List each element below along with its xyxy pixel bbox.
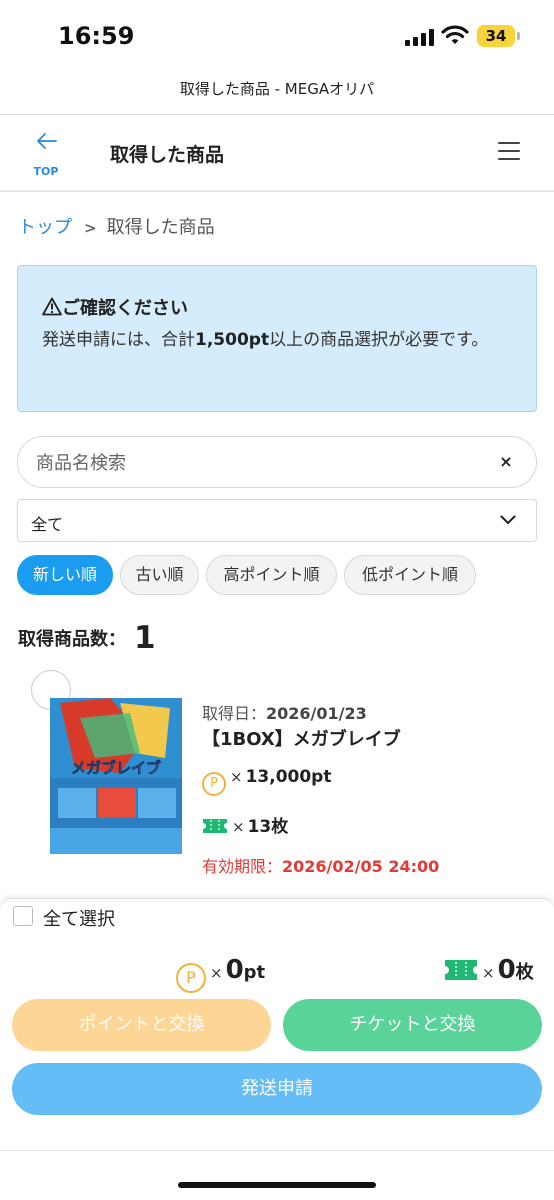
- battery-indicator: 34: [477, 25, 520, 47]
- browser-page-title: 取得した商品 - MEGAオリパ: [179, 80, 375, 98]
- search-input[interactable]: [36, 447, 476, 479]
- selected-points-unit: pt: [243, 962, 266, 983]
- times-sign: ×: [232, 818, 245, 836]
- item-date-value: 2026/01/23: [266, 704, 367, 723]
- hamburger-menu-icon[interactable]: [498, 141, 520, 161]
- exchange-points-button[interactable]: ポイントと交換: [12, 999, 271, 1051]
- divider: [0, 190, 554, 192]
- breadcrumb: トップ > 取得した商品: [18, 213, 215, 239]
- status-bar: 16:59 34: [0, 0, 554, 72]
- selected-tickets-total: × 0枚: [444, 955, 534, 985]
- sort-tab-low-points[interactable]: 低ポイント順: [344, 555, 476, 595]
- item-tickets-value: 13枚: [247, 817, 289, 837]
- item-date: 取得日：2026/01/23: [202, 700, 367, 724]
- category-select[interactable]: 全て: [17, 499, 537, 542]
- notice-box: ご確認ください 発送申請には、合計1,500pt以上の商品選択が必要です。: [17, 265, 537, 412]
- shipping-request-button[interactable]: 発送申請: [12, 1063, 542, 1115]
- breadcrumb-current: 取得した商品: [106, 217, 215, 238]
- item-date-label: 取得日：: [202, 704, 267, 723]
- notice-body-prefix: 発送申請には、合計: [42, 330, 195, 350]
- wifi-icon: [441, 25, 469, 44]
- item-expiry-label: 有効期限：: [202, 857, 283, 876]
- breadcrumb-home-link[interactable]: トップ: [18, 217, 72, 238]
- notice-body: 発送申請には、合計1,500pt以上の商品選択が必要です。: [42, 324, 522, 356]
- point-coin-icon: P: [176, 963, 206, 993]
- search-box: ×: [17, 436, 537, 488]
- ticket-icon: [445, 960, 477, 980]
- sort-tab-newest[interactable]: 新しい順: [17, 555, 113, 595]
- select-all-label: 全て選択: [43, 909, 115, 930]
- item-tickets: × 13枚: [202, 812, 288, 837]
- chevron-down-icon: [500, 515, 516, 524]
- selected-points-total: P × 0pt: [176, 955, 265, 993]
- item-count-value: 1: [134, 620, 156, 656]
- times-sign: ×: [482, 964, 495, 982]
- divider: [0, 1150, 554, 1151]
- page-title: 取得した商品: [110, 144, 225, 166]
- product-box-title: メガブレイブ: [71, 759, 161, 777]
- item-name: 【1BOX】メガブレイブ: [202, 729, 401, 750]
- sort-tab-oldest[interactable]: 古い順: [120, 555, 199, 595]
- selected-tickets-value: 0: [497, 955, 516, 985]
- point-coin-icon: P: [202, 772, 226, 796]
- cellular-signal-icon: [405, 28, 435, 46]
- selected-tickets-unit: 枚: [515, 962, 534, 983]
- warning-icon: [42, 297, 62, 316]
- clear-icon[interactable]: ×: [498, 454, 514, 470]
- divider: [0, 114, 554, 115]
- product-box-image[interactable]: メガブレイブ: [50, 698, 182, 854]
- item-points: P × 13,000pt: [202, 767, 331, 796]
- item-count: 取得商品数： 1: [18, 620, 156, 656]
- arrow-left-icon: [37, 133, 57, 149]
- notice-heading: ご確認ください: [42, 294, 188, 320]
- ticket-icon: [203, 819, 227, 833]
- notice-body-suffix: 以上の商品選択が必要です。: [269, 330, 489, 350]
- checkbox[interactable]: [13, 906, 33, 926]
- breadcrumb-separator: >: [84, 219, 97, 237]
- category-select-value: 全て: [31, 515, 64, 534]
- notice-body-amount: 1,500pt: [195, 330, 270, 350]
- times-sign: ×: [230, 768, 243, 786]
- item-points-value: 13,000pt: [245, 767, 332, 787]
- exchange-ticket-button[interactable]: チケットと交換: [283, 999, 542, 1051]
- back-label: TOP: [33, 165, 59, 178]
- item-count-label: 取得商品数：: [18, 629, 126, 650]
- notice-heading-text: ご確認ください: [62, 298, 188, 319]
- item-expiry: 有効期限：2026/02/05 24:00: [202, 853, 439, 877]
- back-to-top-button[interactable]: TOP: [26, 130, 66, 182]
- item-expiry-value: 2026/02/05 24:00: [282, 857, 440, 876]
- home-indicator: [178, 1182, 376, 1188]
- status-time: 16:59: [58, 22, 135, 50]
- times-sign: ×: [210, 964, 223, 982]
- selected-points-value: 0: [225, 955, 244, 985]
- sort-tab-high-points[interactable]: 高ポイント順: [206, 555, 337, 595]
